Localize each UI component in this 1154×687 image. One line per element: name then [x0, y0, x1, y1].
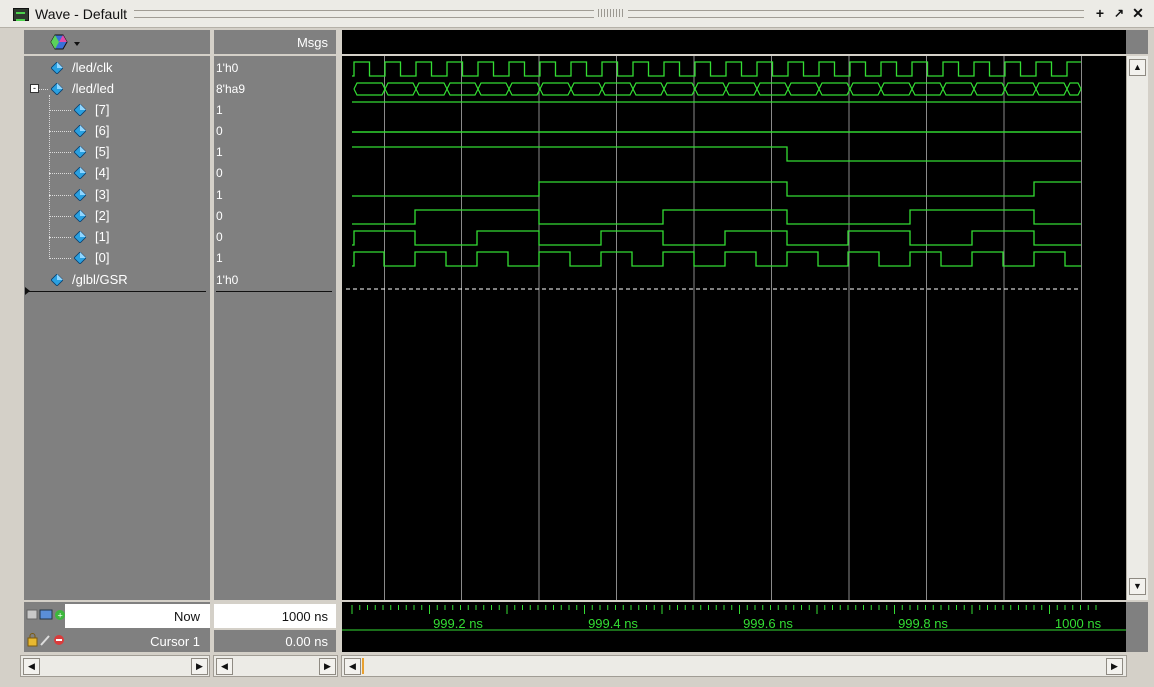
values-hscrollbar[interactable]: ◀ ▶: [213, 655, 338, 677]
signal-value: 1'h0: [216, 61, 239, 75]
scroll-right-icon[interactable]: ▶: [1106, 658, 1123, 675]
signal-value: 0: [216, 166, 223, 180]
signal-row[interactable]: [6] 0: [0, 122, 336, 143]
scroll-right-icon[interactable]: ▶: [319, 658, 336, 675]
dock-icon[interactable]: +: [1092, 5, 1108, 22]
chevron-down-icon[interactable]: [74, 42, 80, 46]
names-header: [24, 30, 210, 54]
scroll-left-icon[interactable]: ◀: [216, 658, 233, 675]
time-ruler-svg: 999.2 ns 999.4 ns 999.6 ns 999.8 ns 1000 ns: [342, 605, 1126, 631]
msgs-label: Msgs: [296, 35, 328, 50]
svg-text:+: +: [58, 611, 63, 621]
scroll-down-icon[interactable]: ▼: [1129, 578, 1146, 595]
ruler-label: 999.4 ns: [588, 616, 638, 631]
signal-value: 0: [216, 124, 223, 138]
signal-value: 1: [216, 251, 223, 265]
signal-diamond-icon: [74, 146, 86, 158]
led-bus-waveform: [353, 82, 1082, 96]
cursor-label-box: Cursor 1: [65, 630, 210, 652]
window-title: Wave - Default: [35, 6, 128, 22]
scroll-thumb[interactable]: [362, 658, 364, 674]
now-value: 1000 ns: [281, 609, 328, 624]
title-bar: Wave - Default + ↗ ✕: [0, 0, 1154, 28]
ruler-label: 1000 ns: [1055, 616, 1102, 631]
signal-diamond-icon: [51, 62, 63, 74]
vertical-scrollbar[interactable]: ▲ ▼: [1126, 56, 1148, 600]
signal-value: 8'ha9: [216, 82, 245, 96]
signal-row[interactable]: [1] 0: [0, 228, 336, 249]
signal-row[interactable]: /led/clk 1'h0: [0, 59, 336, 80]
signal-diamond-icon: [74, 210, 86, 222]
signal-diamond-icon: [74, 252, 86, 264]
ruler-label: 999.8 ns: [898, 616, 948, 631]
signal-row[interactable]: /glbl/GSR 1'h0: [0, 271, 336, 292]
signal-name[interactable]: [5]: [95, 144, 109, 159]
values-header: Msgs: [214, 30, 336, 54]
signal-value: 0: [216, 209, 223, 223]
wave-header: [342, 30, 1126, 54]
undock-icon[interactable]: ↗: [1111, 5, 1127, 22]
signal-name[interactable]: [1]: [95, 229, 109, 244]
signal-row[interactable]: [3] 1: [0, 186, 336, 207]
ruler-label: 999.2 ns: [433, 616, 483, 631]
signal-diamond-icon: [74, 167, 86, 179]
lock-cursor-icon[interactable]: [26, 633, 66, 647]
signal-value: 1: [216, 145, 223, 159]
signal-diamond-icon: [74, 231, 86, 243]
signal-row[interactable]: [4] 0: [0, 164, 336, 185]
close-icon[interactable]: ✕: [1130, 5, 1146, 22]
signal-diamond-icon: [51, 274, 63, 286]
signal-row[interactable]: [0] 1: [0, 249, 336, 270]
cursor-value-box: 0.00 ns: [214, 630, 336, 652]
signal-value: 1: [216, 188, 223, 202]
signal-diamond-icon: [74, 125, 86, 137]
signal-row[interactable]: [5] 1: [0, 143, 336, 164]
drag-handle-icon[interactable]: [598, 9, 624, 17]
signal-row[interactable]: [7] 1: [0, 101, 336, 122]
wave-tools-icon[interactable]: [49, 33, 69, 51]
waveform-svg: [346, 56, 1082, 600]
signal-name[interactable]: /glbl/GSR: [72, 272, 128, 287]
signal-value: 1'h0: [216, 273, 239, 287]
cursor-value: 0.00 ns: [285, 634, 328, 649]
title-grip-right[interactable]: [628, 10, 1084, 18]
wave-hscrollbar[interactable]: ◀ ▶: [341, 655, 1127, 677]
signal-name[interactable]: [3]: [95, 187, 109, 202]
signal-value: 0: [216, 230, 223, 244]
waveform-canvas[interactable]: [342, 56, 1126, 600]
cursor-label: Cursor 1: [150, 634, 200, 649]
names-hscrollbar[interactable]: ◀ ▶: [20, 655, 210, 677]
scroll-corner: [1126, 602, 1148, 652]
add-cursor-icon[interactable]: +: [26, 608, 66, 622]
scroll-left-icon[interactable]: ◀: [344, 658, 361, 675]
signal-row[interactable]: [2] 0: [0, 207, 336, 228]
now-value-box: 1000 ns: [214, 604, 336, 628]
scroll-left-icon[interactable]: ◀: [23, 658, 40, 675]
scroll-right-icon[interactable]: ▶: [191, 658, 208, 675]
signal-name[interactable]: /led/led: [72, 81, 114, 96]
time-ruler[interactable]: 999.2 ns 999.4 ns 999.6 ns 999.8 ns 1000 ns: [342, 602, 1126, 652]
signal-diamond-icon: [51, 83, 63, 95]
now-label-box: Now: [65, 604, 210, 628]
signal-value: 1: [216, 103, 223, 117]
signal-name[interactable]: [0]: [95, 250, 109, 265]
ruler-label: 999.6 ns: [743, 616, 793, 631]
signal-row[interactable]: /led/led 8'ha9: [0, 80, 336, 101]
title-grip-left[interactable]: [134, 10, 594, 18]
signal-diamond-icon: [74, 104, 86, 116]
signal-name[interactable]: [4]: [95, 165, 109, 180]
signal-name[interactable]: [7]: [95, 102, 109, 117]
wave-header-corner: [1126, 30, 1148, 54]
wave-window-icon: [13, 8, 29, 21]
signal-name[interactable]: /led/clk: [72, 60, 112, 75]
now-label: Now: [173, 609, 200, 624]
signal-diamond-icon: [74, 189, 86, 201]
scroll-up-icon[interactable]: ▲: [1129, 59, 1146, 76]
signal-name[interactable]: [6]: [95, 123, 109, 138]
signal-name[interactable]: [2]: [95, 208, 109, 223]
